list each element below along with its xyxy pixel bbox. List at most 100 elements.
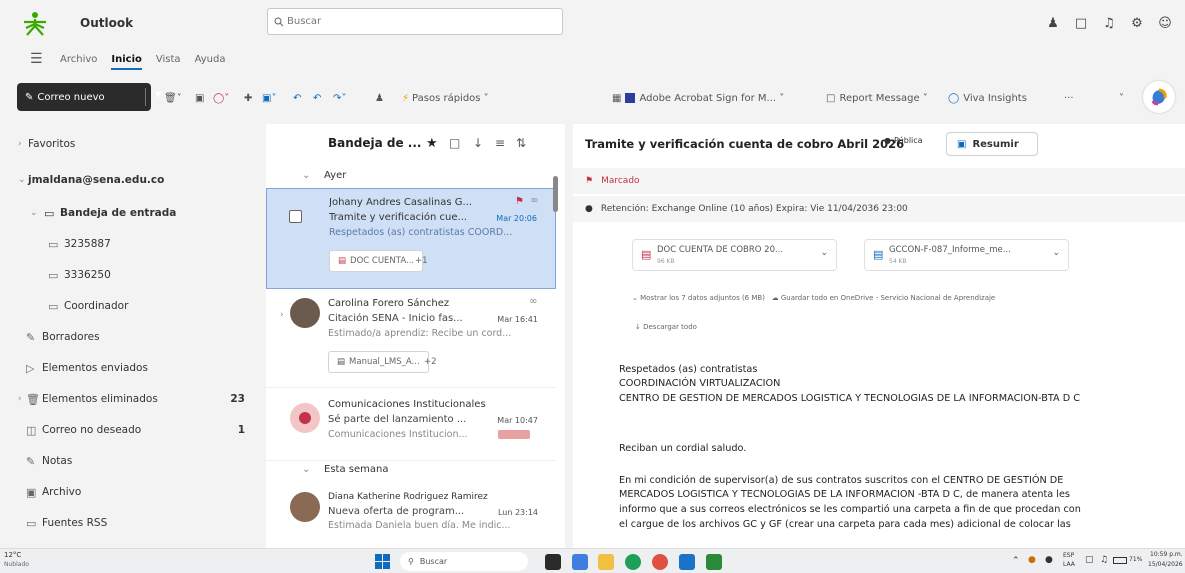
- volume-icon[interactable]: ♫: [1100, 555, 1108, 565]
- menu-archivo[interactable]: Archivo: [60, 54, 97, 65]
- sweep-icon[interactable]: ✚: [244, 89, 252, 107]
- mail-preview: Respetados (as) contratistas COORD...: [329, 227, 513, 238]
- folder-junk[interactable]: ◫ Correo no deseado 1: [0, 414, 266, 446]
- ribbon: ✎ Correo nuevo ▼ 🗑˅ ▣ ◯˅ ✚ ▣˅ ↶ ↶ ↷˅ ♟ ⚡…: [0, 78, 1185, 118]
- windows-start-icon[interactable]: [375, 554, 390, 569]
- menu-inicio[interactable]: Inicio: [111, 54, 142, 70]
- attachment-card[interactable]: ▤ DOC CUENTA DE COBRO 20... 96 KB ⌄: [632, 239, 837, 271]
- sensitivity-badge[interactable]: ● Pública: [884, 136, 923, 145]
- folder-inbox[interactable]: ⌄ ▭ Bandeja de entrada: [0, 197, 266, 229]
- trash-icon: 🗑: [26, 392, 40, 406]
- chat-icon[interactable]: □: [1067, 11, 1095, 35]
- language-layout: LAA: [1063, 561, 1075, 568]
- chevron-right-icon[interactable]: ›: [280, 310, 284, 320]
- group-header[interactable]: ⌄ Ayer: [266, 162, 565, 188]
- edge-icon[interactable]: [625, 554, 641, 570]
- chevron-up-icon[interactable]: ⌃: [1012, 556, 1020, 566]
- sort-icon[interactable]: ⇅: [516, 136, 526, 150]
- folder-item[interactable]: ▭ 3235887: [0, 228, 266, 260]
- viva-insights-button[interactable]: ◯ Viva Insights: [948, 89, 1027, 107]
- gear-icon[interactable]: ⚙: [1123, 11, 1151, 35]
- menu-vista[interactable]: Vista: [156, 54, 181, 65]
- download-all-link[interactable]: ↓ Descargar todo: [635, 323, 697, 331]
- folder-sent[interactable]: ▷ Elementos enviados: [0, 352, 266, 384]
- info-icon: ●: [585, 204, 593, 214]
- report-icon: □: [826, 92, 836, 104]
- pdf-icon: ▤: [641, 248, 652, 261]
- mail-subject: Citación SENA - Inicio fas...: [328, 313, 463, 324]
- attachment-chip[interactable]: ▤ DOC CUENTA...: [329, 250, 424, 272]
- new-mail-button[interactable]: ✎ Correo nuevo ▼: [17, 83, 161, 111]
- mail-item[interactable]: Johany Andres Casalinas G... ⚑ ∞ Tramite…: [266, 188, 556, 289]
- teams-app-icon[interactable]: [572, 554, 588, 570]
- chevron-down-icon[interactable]: ▼: [155, 90, 161, 99]
- message-list-scrollbar[interactable]: [553, 176, 558, 212]
- move-icon[interactable]: ▣˅: [262, 89, 276, 107]
- select-checkbox[interactable]: [289, 210, 302, 223]
- chat-icon[interactable]: □: [449, 136, 460, 150]
- folder-rss[interactable]: ▭ Fuentes RSS: [0, 507, 266, 539]
- mail-item[interactable]: Comunicaciones Institucionales Sé parte …: [266, 389, 556, 461]
- menu-ayuda[interactable]: Ayuda: [195, 54, 226, 65]
- report-icon[interactable]: ◯˅: [213, 89, 229, 107]
- more-options-icon[interactable]: ···: [1064, 89, 1074, 107]
- attachment-more[interactable]: +1: [415, 250, 428, 272]
- attachment-more[interactable]: +2: [424, 351, 437, 373]
- chrome-icon[interactable]: [652, 554, 668, 570]
- mail-item[interactable]: › Carolina Forero Sánchez ∞ Citación SEN…: [266, 290, 556, 388]
- teams-share-icon[interactable]: ♟: [375, 89, 384, 107]
- report-message-button[interactable]: □ Report Message ˅: [826, 89, 928, 107]
- folder-deleted[interactable]: › 🗑 Elementos eliminados 23: [0, 383, 266, 415]
- forward-icon[interactable]: ↷˅: [333, 89, 346, 107]
- filter-icon[interactable]: ≡: [495, 136, 505, 150]
- account-icon[interactable]: ☺: [1151, 11, 1179, 35]
- excel-app-icon[interactable]: [706, 554, 722, 570]
- mail-item[interactable]: Diana Katherine Rodriguez Ramirez Nueva …: [266, 486, 556, 556]
- attachment-card[interactable]: ▤ GCCON-F-087_Informe_me... 54 KB ⌄: [864, 239, 1069, 271]
- tray-app-icon[interactable]: ●: [1045, 555, 1053, 565]
- attachment-chip[interactable]: ▤ Manual_LMS_A...: [328, 351, 429, 373]
- search-input[interactable]: Buscar: [267, 8, 563, 35]
- flag-bar: ⚑ Marcado: [573, 168, 1185, 194]
- save-onedrive-link[interactable]: Guardar todo en OneDrive - Servicio Naci…: [781, 294, 995, 302]
- chevron-down-icon[interactable]: ⌄: [820, 248, 828, 258]
- folder-item[interactable]: ▭ 3336250: [0, 259, 266, 291]
- delete-icon[interactable]: 🗑˅: [164, 89, 182, 107]
- wifi-icon[interactable]: ▢: [1085, 555, 1094, 565]
- message-list-title[interactable]: Bandeja de ...: [328, 136, 422, 150]
- reply-icon[interactable]: ↶: [293, 89, 301, 107]
- task-view-icon[interactable]: [545, 554, 561, 570]
- show-all-attachments-link[interactable]: Mostrar los 7 datos adjuntos (6 MB): [640, 294, 765, 302]
- jump-icon[interactable]: ↓: [473, 136, 483, 150]
- folder-item[interactable]: ▭ Coordinador: [0, 290, 266, 322]
- outlook-app-icon[interactable]: [679, 554, 695, 570]
- taskbar-search[interactable]: ⚲ Buscar: [400, 552, 528, 571]
- folder-notes[interactable]: ✎ Notas: [0, 445, 266, 477]
- teams-icon[interactable]: ♟: [1039, 11, 1067, 35]
- bell-icon[interactable]: ♫: [1095, 11, 1123, 35]
- acrobat-button[interactable]: ▦ Adobe Acrobat Sign for M... ˅: [612, 89, 784, 107]
- folder-label: Borradores: [42, 331, 100, 343]
- reply-all-icon[interactable]: ↶: [313, 89, 321, 107]
- account-section[interactable]: ⌄ jmaldana@sena.edu.co: [0, 164, 266, 196]
- flag-icon[interactable]: ⚑: [515, 196, 524, 207]
- summarize-button[interactable]: ▣ Resumir: [946, 132, 1038, 156]
- group-header[interactable]: ⌄ Esta semana: [266, 456, 565, 482]
- quick-steps-button[interactable]: ⚡ Pasos rápidos ˅: [402, 89, 489, 107]
- folder-archive[interactable]: ▣ Archivo: [0, 476, 266, 508]
- chevron-down-icon[interactable]: ⌄: [1052, 248, 1060, 258]
- clock-time[interactable]: 10:59 p.m.: [1150, 551, 1183, 558]
- star-icon[interactable]: ★: [426, 136, 438, 151]
- tray-app-icon[interactable]: ●: [1028, 555, 1036, 565]
- favorites-section[interactable]: › Favoritos: [0, 128, 266, 160]
- weather-temp[interactable]: 12°C: [4, 551, 21, 559]
- battery-icon[interactable]: [1113, 557, 1127, 564]
- copilot-icon[interactable]: [1143, 81, 1175, 113]
- folder-drafts[interactable]: ✎ Borradores: [0, 321, 266, 353]
- ribbon-expand-icon[interactable]: ˅: [1119, 89, 1124, 107]
- archive-icon[interactable]: ▣: [195, 89, 204, 107]
- file-explorer-icon[interactable]: [598, 554, 614, 570]
- hamburger-icon[interactable]: ☰: [30, 51, 46, 67]
- body-line: Respetados (as) contratistas: [619, 364, 758, 375]
- language-indicator[interactable]: ESP: [1063, 552, 1074, 559]
